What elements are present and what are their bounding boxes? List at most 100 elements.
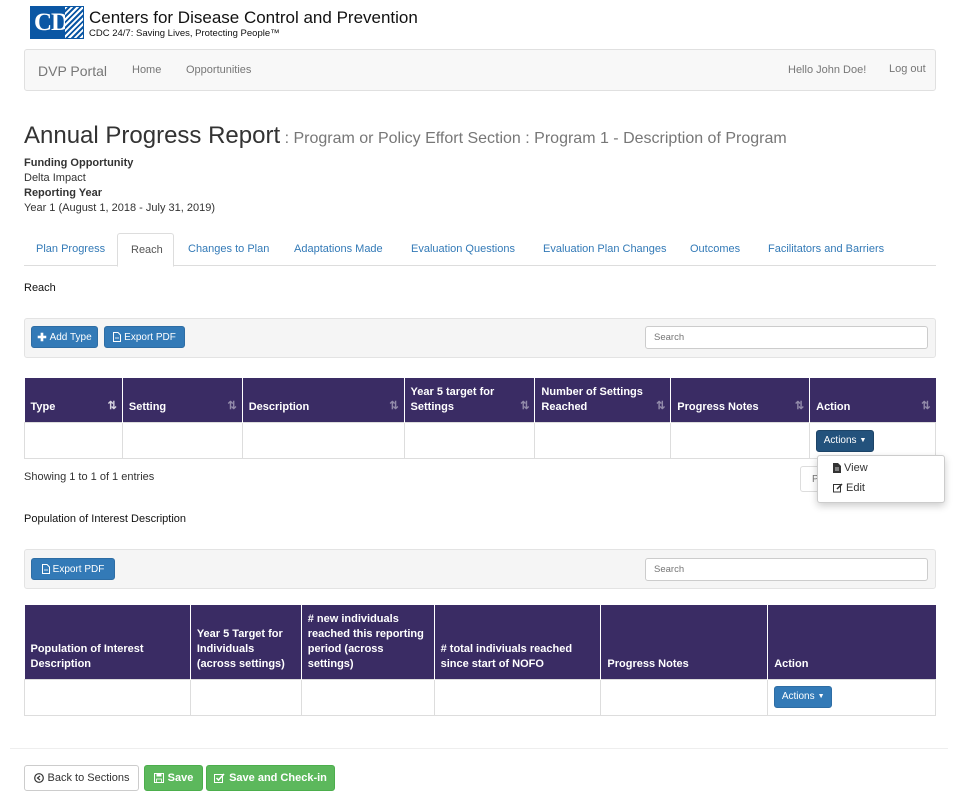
column-header-label: Number of Settings Reached (541, 385, 643, 413)
column-header-label: Setting (128, 400, 167, 413)
table-row: Actions ▼ (24, 421, 936, 459)
tab-evaluation-questions[interactable]: Evaluation Questions (411, 233, 515, 266)
column-header-label: Year 5 target for Settings (410, 385, 495, 413)
cdc-header: CDC Centers for Disease Control and Prev… (30, 6, 418, 40)
export-pdf-label: Export PDF (124, 331, 176, 343)
column-header-year5-target[interactable]: Year 5 target for Settings ⇅ (404, 378, 536, 422)
column-header-total-individuals: # total indiviuals reached since start o… (434, 605, 602, 679)
save-button[interactable]: Save (144, 765, 203, 791)
pdf-file-icon (41, 564, 50, 574)
pdf-file-icon (113, 332, 122, 342)
column-header-type[interactable]: Type ⇅ (24, 378, 123, 422)
funding-value: Delta Impact (24, 172, 86, 184)
tab-plan-progress[interactable]: Plan Progress (24, 233, 117, 266)
circle-arrow-left-icon (33, 773, 44, 783)
tab-adaptations-made[interactable]: Adaptations Made (294, 233, 383, 266)
table-cell (670, 421, 811, 459)
caret-down-icon: ▼ (859, 437, 867, 444)
column-header-label: Action (816, 400, 851, 413)
sort-icon: ⇅ (520, 399, 529, 412)
page-title: Annual Progress Report : Program or Poli… (24, 122, 787, 150)
column-header-population: Population of Interest Description (24, 605, 191, 679)
caret-down-icon: ▼ (817, 693, 825, 700)
table-cell (189, 678, 302, 716)
back-to-sections-button[interactable]: Back to Sections (24, 765, 139, 791)
sort-icon: ⇅ (794, 399, 804, 412)
dropdown-item-label: View (844, 462, 868, 474)
column-header-new-individuals: # new individuals reached this reporting… (301, 605, 435, 679)
table-cell: Actions ▼ (767, 678, 936, 716)
check-square-icon (214, 773, 225, 783)
table-cell (433, 678, 602, 716)
add-type-label: Add Type (49, 331, 92, 343)
save-and-check-in-label: Save and Check-in (229, 772, 327, 784)
population-section-title: Population of Interest Description (24, 513, 187, 525)
table-cell (241, 421, 405, 459)
section-tabs: Plan Progress Reach Changes to Plan Adap… (24, 233, 936, 267)
dropdown-item-label: Edit (846, 482, 865, 494)
org-name: Centers for Disease Control and Preventi… (89, 8, 418, 27)
column-header-label: Progress Notes (677, 400, 759, 413)
navbar-brand[interactable]: DVP Portal (38, 63, 107, 79)
add-type-button[interactable]: ✚ Add Type (31, 326, 98, 348)
tab-changes-to-plan[interactable]: Changes to Plan (188, 233, 269, 266)
reach-toolbar: ✚ Add Type Export PDF (24, 318, 936, 358)
population-search-input[interactable] (645, 558, 928, 581)
table-row: Actions ▼ (24, 678, 936, 716)
tab-reach[interactable]: Reach (117, 233, 174, 267)
floppy-disk-icon (153, 773, 164, 783)
nav-opportunities-link[interactable]: Opportunities (186, 64, 251, 76)
sort-icon: ⇅ (389, 399, 398, 412)
reach-search-input[interactable] (645, 326, 928, 349)
dropdown-item-view[interactable]: View (833, 462, 868, 474)
table-cell (403, 421, 536, 459)
table-cell (534, 421, 672, 459)
footer-divider (10, 748, 948, 749)
edit-icon (833, 483, 843, 493)
export-pdf-button[interactable]: Export PDF (104, 326, 185, 348)
sort-icon: ⇅ (656, 399, 665, 412)
sort-icon: ⇅ (107, 399, 117, 412)
column-header-progress-notes: Progress Notes (600, 605, 769, 679)
column-header-setting[interactable]: Setting ⇅ (122, 378, 243, 422)
funding-label: Funding Opportunity (24, 157, 134, 169)
page-subtitle: : Program or Policy Effort Section : Pro… (280, 130, 787, 147)
page-title-main: Annual Progress Report (24, 122, 281, 149)
reach-section-title: Reach (24, 282, 56, 294)
sort-icon: ⇅ (227, 399, 237, 412)
save-and-check-in-button[interactable]: Save and Check-in (206, 765, 335, 791)
population-table: Population of Interest Description Year … (24, 605, 936, 716)
column-header-progress-notes[interactable]: Progress Notes ⇅ (670, 378, 811, 422)
tab-facilitators-and-barriers[interactable]: Facilitators and Barriers (768, 233, 884, 266)
logo-stripe (65, 7, 83, 38)
table-cell (300, 678, 435, 716)
actions-dropdown-button[interactable]: Actions ▼ (774, 685, 833, 708)
top-navbar: DVP Portal Home Opportunities Hello John… (24, 49, 936, 91)
export-pdf-button[interactable]: Export PDF (31, 558, 115, 580)
reporting-year-label: Reporting Year (24, 187, 103, 199)
table-cell (24, 421, 123, 459)
user-greeting: Hello John Doe! (788, 64, 867, 76)
tab-evaluation-plan-changes[interactable]: Evaluation Plan Changes (543, 233, 667, 266)
column-header-label: Description (248, 400, 310, 413)
reporting-year-value: Year 1 (August 1, 2018 - July 31, 2019) (24, 202, 215, 214)
population-toolbar: Export PDF (24, 549, 936, 589)
nav-home-link[interactable]: Home (132, 64, 161, 76)
table-cell (600, 678, 769, 716)
logout-link[interactable]: Log out (889, 63, 926, 75)
tab-outcomes[interactable]: Outcomes (690, 233, 740, 266)
column-header-settings-reached[interactable]: Number of Settings Reached ⇅ (534, 378, 672, 422)
plus-icon: ✚ (37, 331, 47, 344)
column-header-year5-target: Year 5 Target for Individuals (across se… (190, 605, 302, 679)
table-cell: Actions ▼ (809, 421, 936, 459)
back-label: Back to Sections (47, 772, 130, 784)
actions-dropdown-button[interactable]: Actions ▼ (816, 429, 875, 452)
org-tagline: CDC 24/7: Saving Lives, Protecting Peopl… (89, 28, 280, 39)
table-cell (121, 421, 243, 459)
column-header-action[interactable]: Action ⇅ (809, 378, 936, 422)
export-pdf-label: Export PDF (52, 563, 105, 575)
dropdown-item-edit[interactable]: Edit (833, 482, 865, 494)
file-icon (833, 463, 841, 473)
column-header-label: Type (30, 400, 56, 413)
column-header-description[interactable]: Description ⇅ (242, 378, 405, 422)
